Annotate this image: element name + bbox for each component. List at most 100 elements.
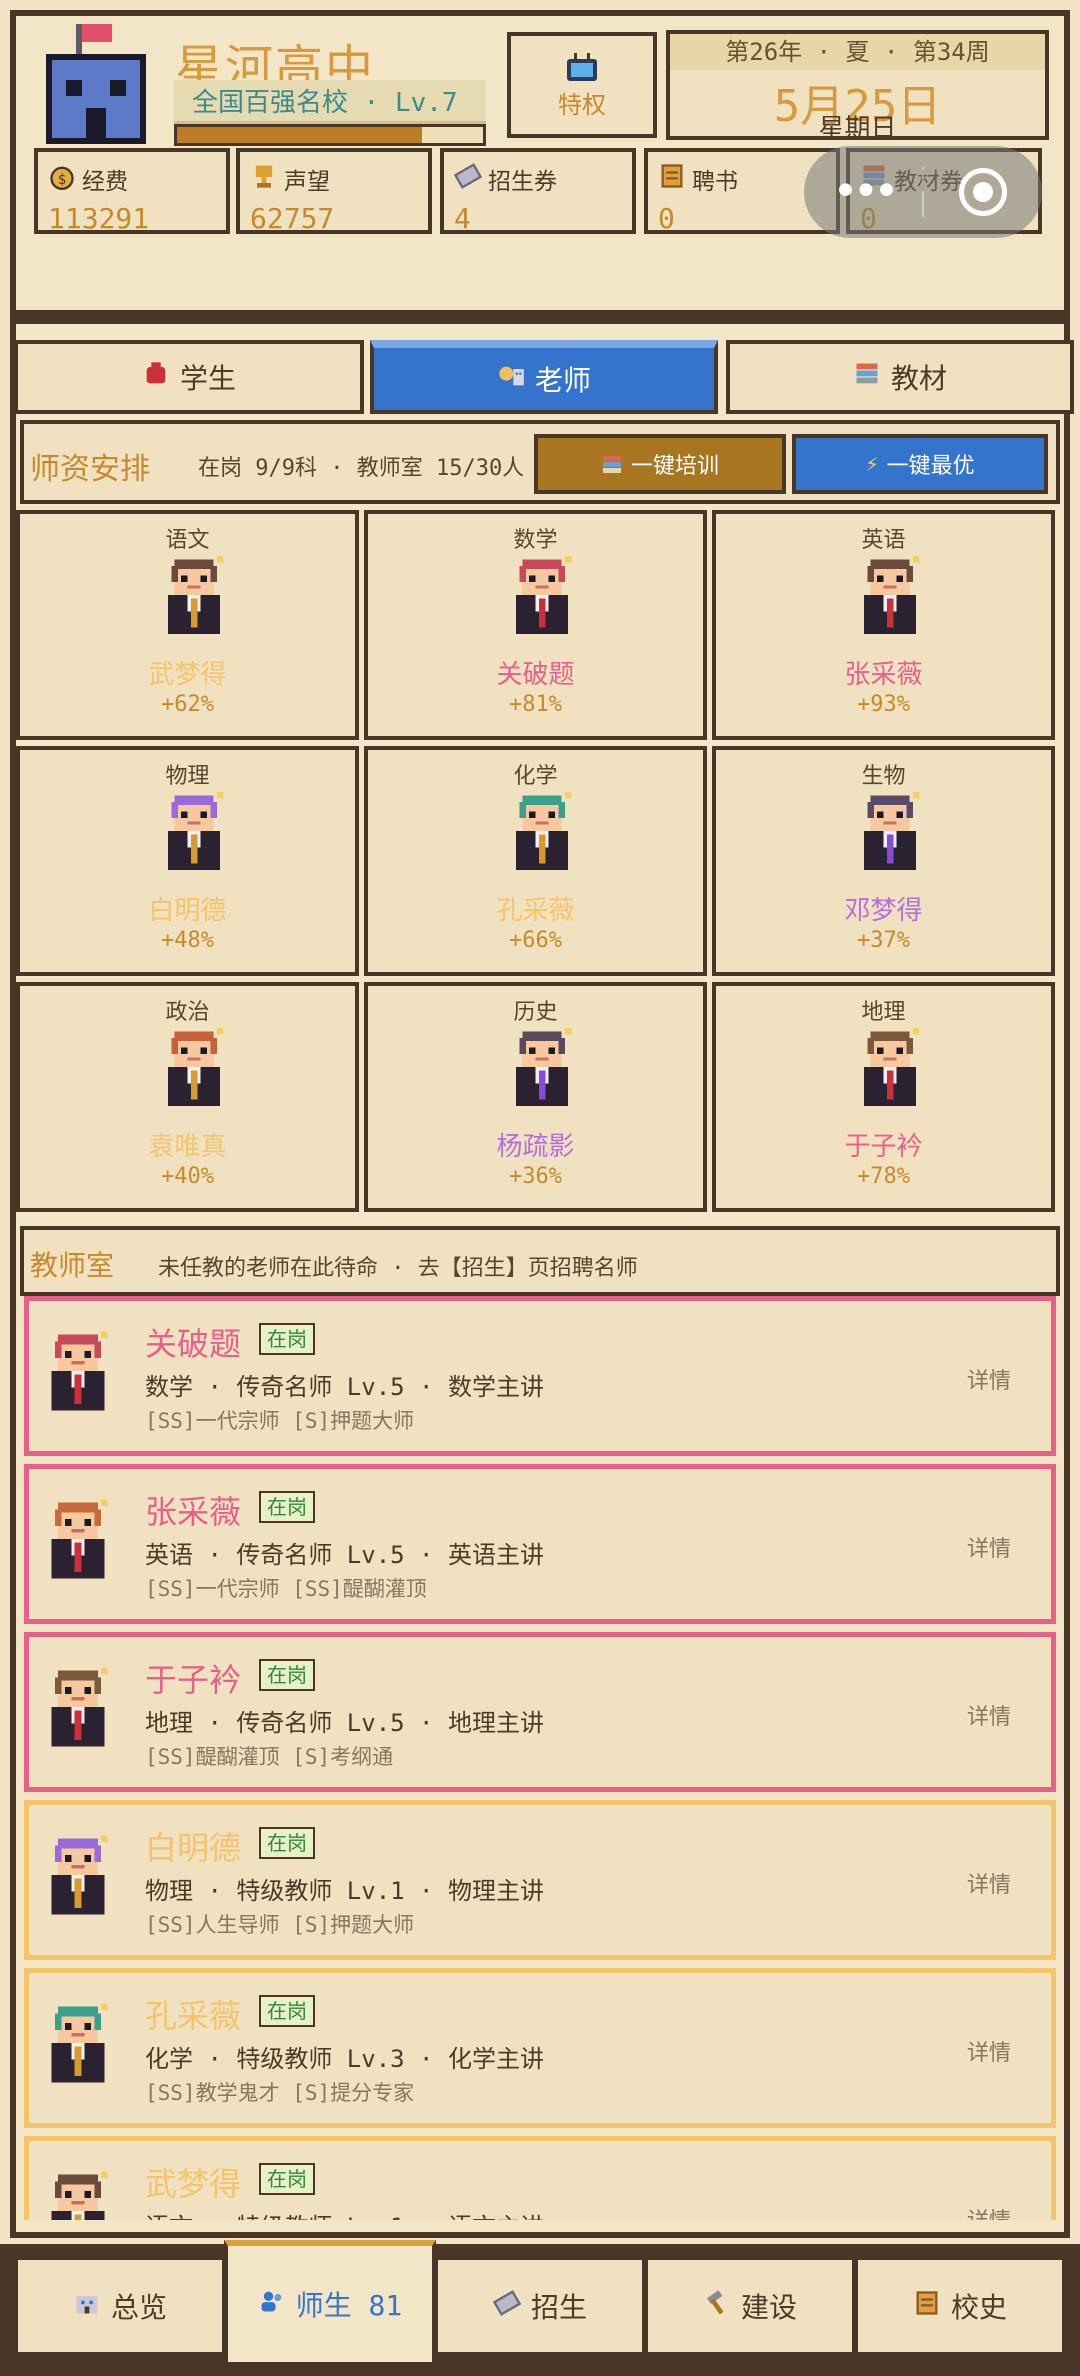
teacher-avatar bbox=[156, 1028, 232, 1106]
arrangement-title: 师资安排 bbox=[30, 452, 150, 487]
date-weekday: 星期日 bbox=[818, 114, 897, 144]
teacher-card[interactable]: 于子衿 在岗 地理 · 传奇名师 Lv.5 · 地理主讲 [SS]醍醐灌顶 [S]考纲… bbox=[24, 1632, 1056, 1792]
subject-slot[interactable]: 语文 武梦得 +62% bbox=[16, 510, 359, 740]
status-badge: 在岗 bbox=[259, 1995, 315, 2027]
teacher-bonus: +62% bbox=[161, 692, 214, 717]
teacher-list[interactable]: 关破题 在岗 数学 · 传奇名师 Lv.5 · 数学主讲 [SS]一代宗师 [S]押题… bbox=[20, 1296, 1060, 2220]
money-bag-icon: $ bbox=[48, 162, 76, 196]
privilege-label: 特权 bbox=[558, 90, 606, 119]
teacher-card[interactable]: 孔采薇 在岗 化学 · 特级教师 Lv.3 · 化学主讲 [SS]教学鬼才 [S]提分… bbox=[24, 1968, 1056, 2128]
tab-books[interactable]: 教材 bbox=[726, 340, 1074, 414]
resource-label-row: $ 经费 bbox=[48, 162, 216, 196]
teacher-name: 关破题 bbox=[145, 1325, 242, 1363]
subject-label: 物理 bbox=[165, 764, 210, 789]
resource-1: 声望 62757 bbox=[236, 148, 432, 235]
teacher-avatar bbox=[852, 792, 928, 870]
nav-label: 师生 81 bbox=[295, 2289, 403, 2322]
nav-people[interactable]: 师生 81 bbox=[224, 2240, 436, 2366]
lightning-icon: ⚡ bbox=[865, 451, 879, 477]
teacher-info: 英语 · 传奇名师 Lv.5 · 英语主讲 bbox=[145, 1541, 544, 1569]
teacher-avatar bbox=[45, 1835, 111, 1923]
teacher-bonus: +40% bbox=[161, 1164, 214, 1189]
teacher-name: 于子衿 bbox=[145, 1661, 242, 1699]
tab-label: 老师 bbox=[534, 364, 591, 397]
subject-slot[interactable]: 生物 邓梦得 +37% bbox=[712, 746, 1055, 976]
nav-ticket[interactable]: 招生 bbox=[434, 2256, 646, 2356]
optimize-all-button[interactable]: ⚡ 一键最优 bbox=[792, 434, 1048, 494]
teacher-room-info: 未任教的老师在此待命 · 去【招生】页招聘名师 bbox=[158, 1256, 638, 1281]
subject-label: 地理 bbox=[861, 1000, 906, 1025]
teacher-avatar bbox=[504, 556, 580, 634]
teacher-avatar bbox=[45, 1499, 111, 1587]
nav-scroll[interactable]: 校史 bbox=[854, 2256, 1066, 2356]
resource-label: 聘书 bbox=[692, 169, 738, 195]
subject-slot[interactable]: 物理 白明德 +48% bbox=[16, 746, 359, 976]
teacher-traits: [SS]醍醐灌顶 [S]考纲通 bbox=[145, 1745, 394, 1769]
train-all-label: 一键培训 bbox=[630, 454, 719, 479]
subject-label: 英语 bbox=[861, 528, 906, 553]
teacher-name: 于子衿 bbox=[844, 1132, 923, 1162]
subject-slot[interactable]: 数学 关破题 +81% bbox=[364, 510, 707, 740]
details-link[interactable]: 详情 bbox=[967, 1531, 1011, 1563]
close-program-icon[interactable] bbox=[924, 168, 1042, 216]
teacher-avatar bbox=[45, 1667, 111, 1755]
teacher-card[interactable]: 张采薇 在岗 英语 · 传奇名师 Lv.5 · 英语主讲 [SS]一代宗师 [SS]醍… bbox=[24, 1464, 1056, 1624]
details-link[interactable]: 详情 bbox=[967, 2203, 1011, 2220]
details-link[interactable]: 详情 bbox=[967, 1699, 1011, 1731]
teacher-name: 武梦得 bbox=[148, 660, 227, 690]
people-icon bbox=[258, 2287, 286, 2322]
teacher-name: 白明德 bbox=[148, 896, 227, 926]
teacher-avatar bbox=[852, 1028, 928, 1106]
teacher-bonus: +78% bbox=[857, 1164, 910, 1189]
teacher-card[interactable]: 关破题 在岗 数学 · 传奇名师 Lv.5 · 数学主讲 [SS]一代宗师 [S]押题… bbox=[24, 1296, 1056, 1456]
tab-student[interactable]: 学生 bbox=[14, 340, 364, 414]
teacher-avatar bbox=[45, 2171, 111, 2220]
teacher-name: 白明德 bbox=[145, 1829, 242, 1867]
details-link[interactable]: 详情 bbox=[967, 1363, 1011, 1395]
more-options-icon[interactable]: ••• bbox=[804, 162, 922, 222]
teacher-avatar bbox=[45, 1331, 111, 1419]
status-badge: 在岗 bbox=[259, 1827, 315, 1859]
arrangement-info: 在岗 9/9科 · 教师室 15/30人 bbox=[198, 456, 525, 481]
teacher-info: 语文 · 特级教师 Lv.1 · 语文主讲 bbox=[145, 2207, 544, 2220]
teacher-room-title: 教师室 bbox=[30, 1249, 115, 1282]
xp-bar bbox=[174, 124, 486, 146]
details-link[interactable]: 详情 bbox=[967, 2035, 1011, 2067]
status-badge: 在岗 bbox=[259, 2163, 315, 2195]
teacher-name: 袁唯真 bbox=[148, 1132, 227, 1162]
privilege-button[interactable]: 特权 bbox=[507, 32, 657, 138]
teacher-avatar bbox=[504, 1028, 580, 1106]
resource-value: 0 bbox=[658, 202, 675, 235]
teacher-avatar bbox=[45, 2003, 111, 2091]
teacher-info: 数学 · 传奇名师 Lv.5 · 数学主讲 bbox=[145, 1373, 544, 1401]
teacher-bonus: +93% bbox=[857, 692, 910, 717]
nav-school[interactable]: 总览 bbox=[14, 2256, 226, 2356]
tab-teacher[interactable]: 老师 bbox=[370, 340, 718, 414]
resource-label-row: 聘书 bbox=[658, 162, 826, 196]
subject-slot[interactable]: 政治 袁唯真 +40% bbox=[16, 982, 359, 1212]
teacher-card[interactable]: 武梦得在岗语文 · 特级教师 Lv.1 · 语文主讲 详情 bbox=[24, 2136, 1056, 2220]
tab-label: 教材 bbox=[890, 362, 947, 395]
teacher-name: 孔采薇 bbox=[496, 896, 575, 926]
subject-slot[interactable]: 英语张采薇 +93% bbox=[712, 510, 1055, 740]
resource-label-row: 招生券 bbox=[453, 162, 622, 196]
status-badge: 在岗 bbox=[259, 1659, 315, 1691]
resource-value: 113291 bbox=[48, 202, 150, 235]
subject-slot[interactable]: 地理于子衿 +78% bbox=[712, 982, 1055, 1212]
subject-label: 数学 bbox=[513, 528, 558, 553]
teacher-name: 邓梦得 bbox=[844, 896, 923, 926]
teacher-card[interactable]: 白明德 在岗 物理 · 特级教师 Lv.1 · 物理主讲 [SS]人生导师 [S]押题… bbox=[24, 1800, 1056, 1960]
details-link[interactable]: 详情 bbox=[967, 1867, 1011, 1899]
teacher-name: 张采薇 bbox=[844, 660, 923, 690]
train-all-button[interactable]: 一键培训 bbox=[534, 434, 786, 494]
teacher-bonus: +36% bbox=[509, 1164, 562, 1189]
hammer-icon bbox=[703, 2289, 731, 2324]
subject-slot[interactable]: 化学 孔采薇 +66% bbox=[364, 746, 707, 976]
school-icon bbox=[73, 2289, 101, 2324]
school-rank: 全国百强名校 · Lv.7 bbox=[174, 80, 486, 124]
teacher-avatar bbox=[156, 792, 232, 870]
nav-label: 建设 bbox=[740, 2291, 797, 2324]
teacher-avatar bbox=[156, 556, 232, 634]
nav-hammer[interactable]: 建设 bbox=[644, 2256, 856, 2356]
subject-slot[interactable]: 历史 杨疏影 +36% bbox=[364, 982, 707, 1212]
